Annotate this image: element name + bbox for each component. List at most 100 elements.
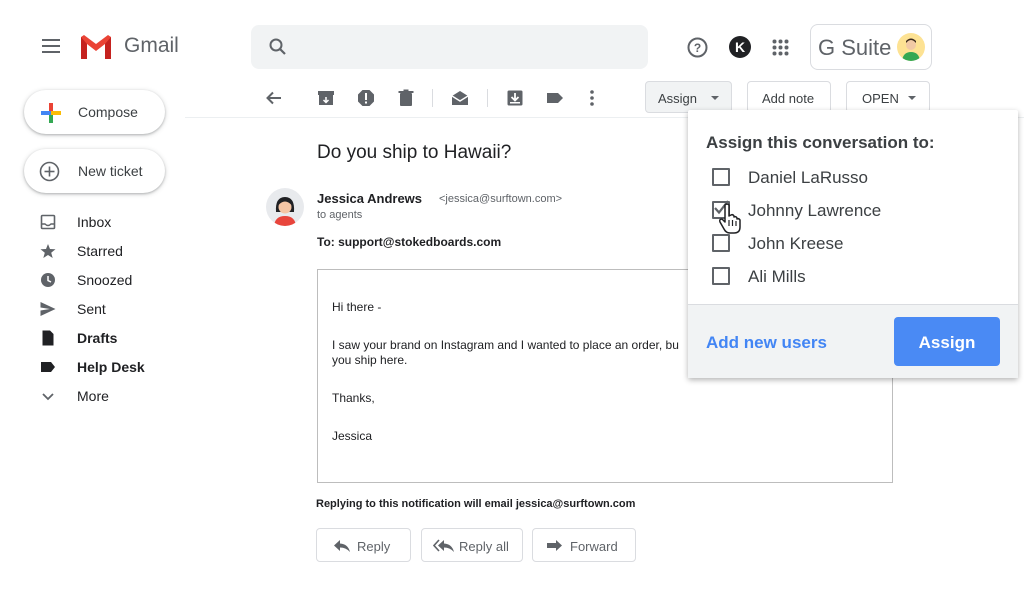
draft-icon: [42, 330, 54, 346]
sidebar-item-sent[interactable]: Sent: [40, 299, 190, 319]
plus-icon: [41, 103, 61, 123]
sidebar-item-label: Snoozed: [77, 272, 133, 288]
add-note-button[interactable]: Add note: [747, 81, 831, 113]
send-icon: [40, 302, 56, 316]
sidebar-item-help-desk[interactable]: Help Desk: [40, 357, 190, 377]
sidebar-item-label: Sent: [77, 301, 106, 317]
reply-all-icon: [433, 539, 454, 552]
user-avatar-icon: [902, 38, 920, 61]
assignee-name: Johnny Lawrence: [748, 201, 882, 220]
status-dropdown-button[interactable]: OPEN: [846, 81, 930, 113]
assignee-option[interactable]: Ali Mills: [712, 265, 992, 289]
status-label: OPEN: [862, 91, 899, 106]
sidebar-item-label: More: [77, 388, 109, 404]
inbox-icon: [40, 214, 56, 230]
gsuite-label: G Suite: [818, 35, 892, 60]
report-spam-icon[interactable]: [356, 88, 376, 108]
sidebar-item-starred[interactable]: Starred: [40, 241, 190, 261]
assign-submit-label: Assign: [918, 333, 976, 352]
more-vertical-icon[interactable]: [582, 88, 602, 108]
move-to-icon[interactable]: [505, 88, 525, 108]
hand-pointer-cursor-icon: [719, 203, 741, 234]
assignee-option[interactable]: Daniel LaRusso: [712, 166, 992, 190]
body-line: I saw your brand on Instagram and I want…: [332, 338, 679, 352]
toolbar-divider: [487, 89, 488, 107]
checkbox[interactable]: [712, 234, 730, 252]
assignee-name: Daniel LaRusso: [748, 168, 869, 187]
gmail-logo-icon: [81, 35, 111, 59]
reply-notice: Replying to this notification will email…: [316, 498, 636, 510]
sender-email: <jessica@surftown.com>: [439, 193, 563, 205]
sidebar-item-label: Help Desk: [77, 359, 145, 375]
body-signature: Jessica: [332, 429, 373, 443]
mark-unread-icon[interactable]: [450, 88, 470, 108]
sidebar-item-more[interactable]: More: [40, 386, 190, 406]
body-greeting: Hi there -: [332, 300, 382, 314]
search-icon[interactable]: [268, 37, 288, 57]
popup-title: Assign this conversation to:: [706, 133, 935, 152]
assignee-name: Ali Mills: [748, 267, 806, 286]
assign-submit-button[interactable]: Assign: [894, 317, 1000, 366]
add-new-users-link[interactable]: Add new users: [706, 333, 827, 353]
assignee-option[interactable]: Johnny Lawrence: [712, 199, 992, 223]
star-icon: [40, 244, 56, 258]
gsuite-account-button[interactable]: G Suite: [810, 24, 932, 70]
main-menu-icon[interactable]: [42, 39, 60, 53]
assignee-option[interactable]: John Kreese: [712, 232, 992, 256]
archive-icon[interactable]: [316, 88, 336, 108]
chevron-down-icon: [42, 393, 54, 401]
search-input[interactable]: [301, 35, 631, 59]
forward-icon: [547, 540, 562, 551]
sender-avatar-icon: [274, 197, 296, 226]
sender-name: Jessica Andrews: [317, 191, 423, 206]
body-closing: Thanks,: [332, 391, 375, 405]
back-arrow-icon[interactable]: [264, 88, 284, 108]
reply-all-button[interactable]: Reply all: [421, 528, 523, 562]
forward-button[interactable]: Forward: [532, 528, 636, 562]
profile-initial: K: [734, 39, 746, 55]
checkbox[interactable]: [712, 267, 730, 285]
popup-footer: Add new users Assign: [688, 304, 1018, 378]
sidebar-item-label: Inbox: [77, 214, 112, 230]
label-icon: [41, 362, 55, 372]
reply-button[interactable]: Reply: [316, 528, 411, 562]
avatar: [897, 33, 925, 61]
add-circle-icon: [39, 161, 60, 182]
clock-icon: [41, 273, 55, 287]
sidebar-item-drafts[interactable]: Drafts: [40, 328, 190, 348]
email-subject: Do you ship to Hawaii?: [317, 142, 512, 163]
apps-grid-icon[interactable]: [772, 39, 789, 56]
to-address-line: To: support@stokedboards.com: [317, 235, 502, 249]
new-ticket-label: New ticket: [78, 163, 143, 179]
sidebar-item-label: Starred: [77, 243, 123, 259]
sidebar-item-snoozed[interactable]: Snoozed: [40, 270, 190, 290]
sidebar-item-label: Drafts: [77, 330, 118, 346]
assign-dropdown-button[interactable]: Assign: [645, 81, 732, 113]
caret-down-icon: [711, 96, 719, 100]
profile-k-icon[interactable]: K: [729, 36, 751, 58]
toolbar-divider: [432, 89, 433, 107]
forward-label: Forward: [570, 539, 618, 554]
caret-down-icon: [908, 96, 916, 100]
body-line: you ship here.: [332, 353, 408, 367]
checkbox[interactable]: [712, 168, 730, 186]
recipient-summary: to agents: [317, 209, 363, 221]
reply-icon: [334, 540, 350, 552]
avatar: [266, 188, 304, 226]
help-icon[interactable]: ?: [687, 37, 708, 58]
compose-button[interactable]: Compose: [24, 90, 165, 134]
new-ticket-button[interactable]: New ticket: [24, 149, 165, 193]
compose-label: Compose: [78, 104, 138, 120]
assignee-name: John Kreese: [748, 234, 844, 253]
app-name: Gmail: [124, 34, 179, 57]
assign-conversation-popup: Assign this conversation to: Daniel LaRu…: [688, 110, 1018, 378]
delete-icon[interactable]: [396, 88, 416, 108]
sidebar-item-inbox[interactable]: Inbox: [40, 212, 190, 232]
assign-dropdown-label: Assign: [658, 91, 698, 106]
reply-all-label: Reply all: [459, 539, 509, 554]
label-as-icon[interactable]: [545, 88, 565, 108]
svg-text:?: ?: [694, 41, 701, 55]
reply-label: Reply: [357, 539, 391, 554]
search-bar[interactable]: [251, 25, 648, 69]
add-note-label: Add note: [762, 91, 815, 106]
